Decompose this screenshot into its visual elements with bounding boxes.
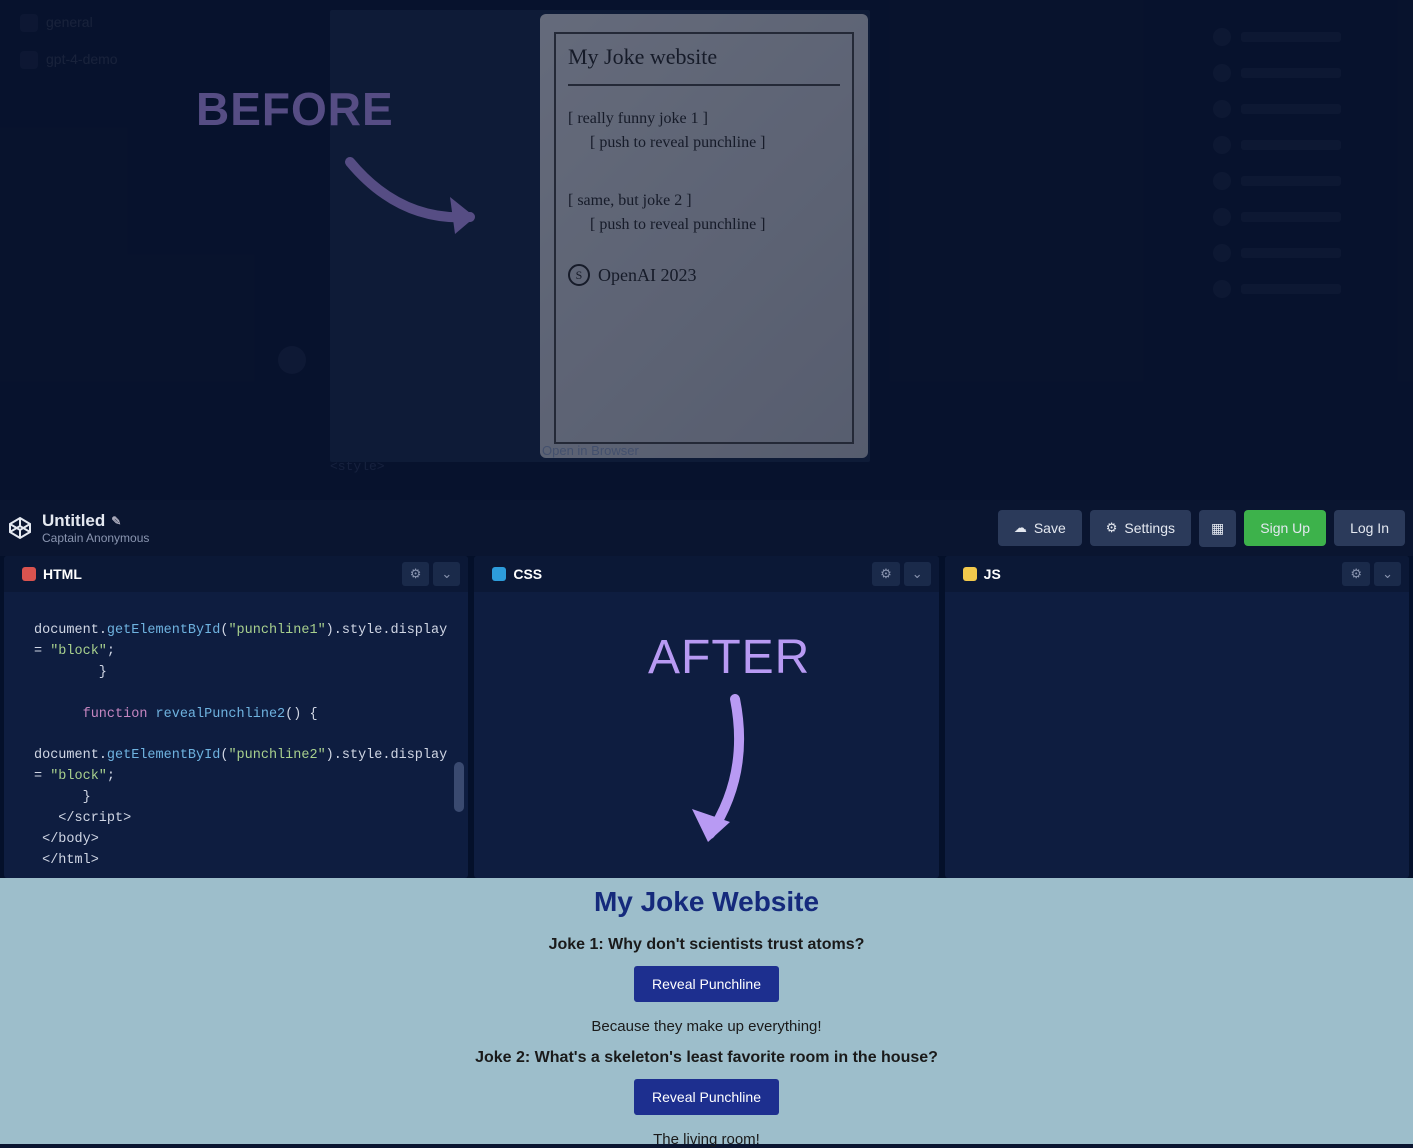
settings-button[interactable]: ⚙Settings	[1090, 510, 1191, 546]
page-title: My Joke Website	[0, 886, 1413, 918]
joke-text: Joke 1: Why don't scientists trust atoms…	[0, 936, 1413, 954]
js-editor[interactable]	[945, 592, 1409, 878]
chevron-down-icon[interactable]: ⌄	[433, 562, 460, 586]
grid-icon: ▦	[1211, 520, 1224, 537]
cloud-icon: ☁	[1014, 520, 1027, 536]
html-editor[interactable]: document.getElementById("punchline1").st…	[4, 592, 468, 878]
css-tab[interactable]: CSS	[482, 562, 552, 586]
login-button[interactable]: Log In	[1334, 510, 1405, 546]
codepen-logo-icon	[8, 516, 32, 540]
js-tab[interactable]: JS	[953, 562, 1011, 586]
html-tab[interactable]: HTML	[12, 562, 92, 586]
after-label: AFTER	[648, 630, 810, 685]
reveal-punchline-button[interactable]: Reveal Punchline	[634, 1079, 779, 1115]
save-button[interactable]: ☁Save	[998, 510, 1082, 546]
punchline-text: Because they make up everything!	[0, 1018, 1413, 1035]
before-section: general gpt-4-demo GPT-4 <!DOCTYPE html>…	[0, 0, 1413, 500]
output-preview: My Joke Website Joke 1: Why don't scient…	[0, 878, 1413, 1144]
html-icon	[22, 567, 36, 581]
pen-title[interactable]: Untitled ✎	[42, 511, 149, 531]
js-pane: JS ⚙ ⌄	[945, 556, 1409, 878]
scrollbar-thumb[interactable]	[454, 762, 464, 812]
chevron-down-icon[interactable]: ⌄	[904, 562, 931, 586]
pane-settings-button[interactable]: ⚙	[1342, 562, 1370, 586]
pen-author: Captain Anonymous	[42, 531, 149, 545]
reveal-punchline-button[interactable]: Reveal Punchline	[634, 966, 779, 1002]
pane-settings-button[interactable]: ⚙	[402, 562, 430, 586]
punchline-text: The living room!	[0, 1131, 1413, 1148]
gear-icon: ⚙	[1106, 520, 1118, 536]
js-icon	[963, 567, 977, 581]
joke-text: Joke 2: What's a skeleton's least favori…	[0, 1049, 1413, 1067]
pencil-icon[interactable]: ✎	[111, 514, 121, 528]
html-pane: HTML ⚙ ⌄ document.getElementById("punchl…	[4, 556, 468, 878]
pane-settings-button[interactable]: ⚙	[872, 562, 900, 586]
chevron-down-icon[interactable]: ⌄	[1374, 562, 1401, 586]
css-icon	[492, 567, 506, 581]
signup-button[interactable]: Sign Up	[1244, 510, 1326, 546]
arrow-after-icon	[680, 694, 760, 854]
layout-button[interactable]: ▦	[1199, 510, 1236, 547]
codepen-header: Untitled ✎ Captain Anonymous ☁Save ⚙Sett…	[0, 500, 1413, 556]
